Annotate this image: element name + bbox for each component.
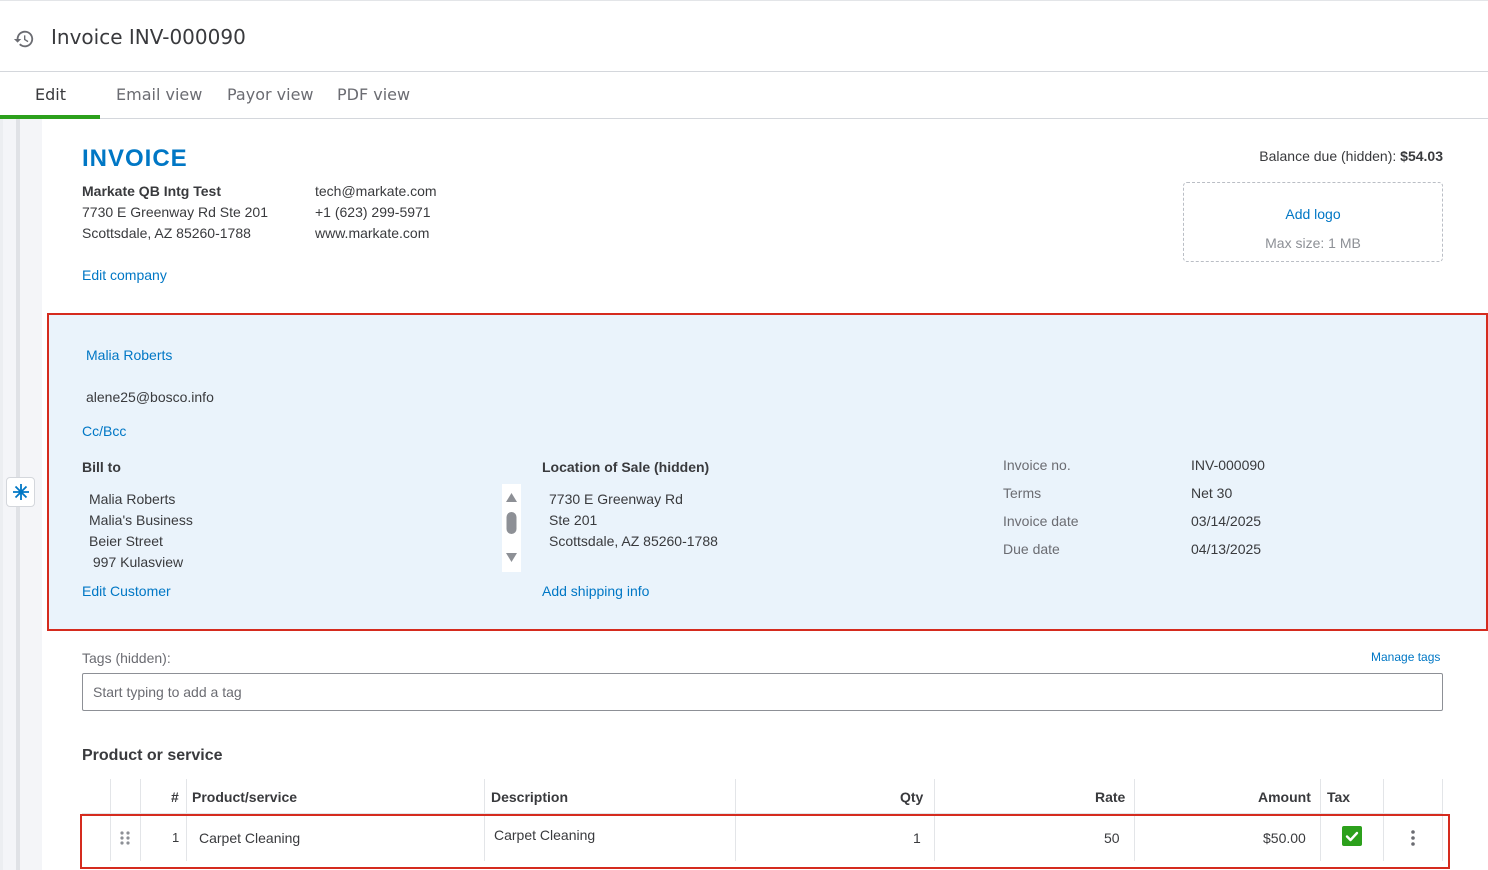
bill-to-line: Malia Roberts <box>89 491 176 507</box>
column-header-description: Description <box>491 789 569 805</box>
tab-payor-view[interactable]: Payor view <box>227 85 314 104</box>
due-date-value[interactable]: 04/13/2025 <box>1191 541 1261 557</box>
tab-email-view[interactable]: Email view <box>116 85 202 104</box>
terms-label: Terms <box>1003 485 1042 501</box>
column-header-tax: Tax <box>1327 789 1351 805</box>
bill-to-line: 997 Kulasview <box>89 554 184 570</box>
company-name: Markate QB Intg Test <box>82 183 221 199</box>
customer-email[interactable]: alene25@bosco.info <box>86 389 214 405</box>
column-header-product: Product/service <box>192 789 298 805</box>
company-website: www.markate.com <box>315 225 430 241</box>
tags-label: Tags (hidden): <box>82 650 171 666</box>
tab-edit[interactable]: Edit <box>35 85 66 104</box>
edit-company-link[interactable]: Edit company <box>82 267 167 283</box>
bill-to-line: Beier Street <box>89 533 163 549</box>
terms-value[interactable]: Net 30 <box>1191 485 1232 501</box>
location-line: Ste 201 <box>549 512 598 528</box>
bill-to-scrollbar[interactable] <box>502 484 521 572</box>
column-header-number: # <box>171 789 179 805</box>
add-logo-link[interactable]: Add logo <box>1184 206 1442 222</box>
drag-handle-icon[interactable] <box>119 830 131 846</box>
customer-section <box>47 313 1488 631</box>
invoice-no-label: Invoice no. <box>1003 457 1071 473</box>
logo-max-size: Max size: 1 MB <box>1265 235 1361 251</box>
company-email: tech@markate.com <box>315 183 437 199</box>
company-address-line1: 7730 E Greenway Rd Ste 201 <box>82 204 269 220</box>
row-qty[interactable]: 1 <box>913 830 921 846</box>
column-header-rate: Rate <box>1095 789 1126 805</box>
invoice-heading: INVOICE <box>82 145 188 172</box>
bill-to-line: Malia's Business <box>89 512 193 528</box>
view-tabs: Edit Email view Payor view PDF view <box>0 72 1488 119</box>
rail-divider <box>0 119 3 870</box>
column-header-amount: Amount <box>1258 789 1311 805</box>
invoice-date-label: Invoice date <box>1003 513 1079 529</box>
location-line: 7730 E Greenway Rd <box>549 491 683 507</box>
bill-to-label: Bill to <box>82 459 121 475</box>
edit-customer-link[interactable]: Edit Customer <box>82 583 171 599</box>
row-number: 1 <box>172 830 180 845</box>
due-date-label: Due date <box>1003 541 1060 557</box>
tax-checkbox[interactable] <box>1342 826 1362 846</box>
cc-bcc-link[interactable]: Cc/Bcc <box>82 423 126 439</box>
invoice-no-value[interactable]: INV-000090 <box>1191 457 1265 473</box>
assistant-button[interactable] <box>6 477 35 507</box>
customer-name-link[interactable]: Malia Roberts <box>86 347 172 363</box>
tags-input[interactable] <box>82 673 1443 711</box>
history-icon[interactable] <box>13 28 35 50</box>
location-of-sale-label: Location of Sale (hidden) <box>542 459 710 475</box>
product-section-title: Product or service <box>82 747 223 764</box>
company-phone: +1 (623) 299-5971 <box>315 204 431 220</box>
column-header-qty: Qty <box>900 789 924 805</box>
location-line: Scottsdale, AZ 85260-1788 <box>549 533 718 549</box>
company-address-line2: Scottsdale, AZ 85260-1788 <box>82 225 251 241</box>
row-description[interactable]: Carpet Cleaning <box>494 827 595 843</box>
logo-dropzone[interactable]: Add logo Max size: 1 MB <box>1183 182 1443 262</box>
more-options-icon[interactable] <box>1409 829 1417 847</box>
scrollbar-arrows-icon <box>506 493 517 562</box>
checkmark-icon <box>1345 831 1359 842</box>
sparkle-icon <box>12 484 29 500</box>
row-rate[interactable]: 50 <box>1104 830 1120 846</box>
add-shipping-info-link[interactable]: Add shipping info <box>542 583 649 599</box>
row-amount[interactable]: $50.00 <box>1263 830 1306 846</box>
tab-pdf-view[interactable]: PDF view <box>337 85 410 104</box>
row-product[interactable]: Carpet Cleaning <box>199 830 300 846</box>
manage-tags-link[interactable]: Manage tags <box>1371 650 1440 664</box>
balance-due-label: Balance due (hidden): <box>1259 148 1397 164</box>
top-bar: Invoice INV-000090 <box>0 0 1488 72</box>
invoice-date-value[interactable]: 03/14/2025 <box>1191 513 1261 529</box>
page-title: Invoice INV-000090 <box>51 25 246 49</box>
balance-due-value: $54.03 <box>1400 148 1443 164</box>
balance-due: Balance due (hidden): $54.03 <box>1259 148 1443 164</box>
